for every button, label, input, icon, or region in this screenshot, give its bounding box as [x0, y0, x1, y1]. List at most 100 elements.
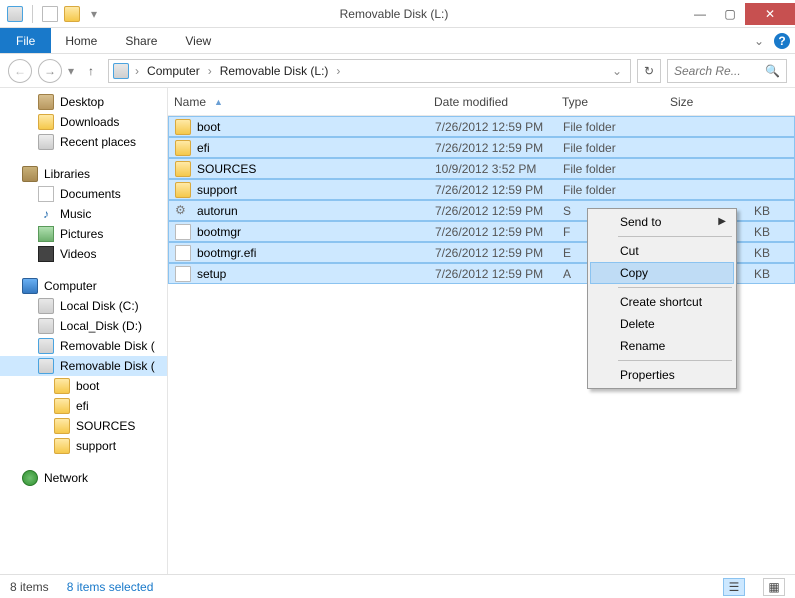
file-name: autorun	[197, 204, 238, 218]
nav-item[interactable]: Videos	[0, 244, 167, 264]
menu-item[interactable]: Create shortcut	[590, 291, 734, 313]
close-button[interactable]: ✕	[745, 3, 795, 25]
nav-item[interactable]: Removable Disk (	[0, 336, 167, 356]
column-date[interactable]: Date modified	[434, 95, 562, 109]
file-icon	[175, 266, 191, 282]
table-row[interactable]: efi 7/26/2012 12:59 PM File folder	[168, 137, 795, 158]
file-type: File folder	[563, 120, 671, 134]
nav-label: Documents	[60, 187, 121, 201]
column-label: Name	[174, 95, 206, 109]
nav-item[interactable]: support	[0, 436, 167, 456]
history-dropdown-icon[interactable]: ▾	[68, 64, 74, 78]
nav-item[interactable]: ♪Music	[0, 204, 167, 224]
table-row[interactable]: boot 7/26/2012 12:59 PM File folder	[168, 116, 795, 137]
back-button[interactable]: ←	[8, 59, 32, 83]
nav-item[interactable]: Desktop	[0, 92, 167, 112]
chevron-right-icon[interactable]: ›	[332, 64, 344, 78]
nav-network[interactable]: Network	[0, 468, 167, 488]
menu-item[interactable]: Copy	[590, 262, 734, 284]
ribbon-expand-icon[interactable]: ⌄	[749, 28, 769, 53]
nav-item[interactable]: SOURCES	[0, 416, 167, 436]
properties-icon[interactable]	[63, 5, 81, 23]
tab-view[interactable]: View	[171, 28, 225, 53]
column-size[interactable]: Size	[670, 95, 795, 109]
breadcrumb[interactable]: › Computer › Removable Disk (L:) › ⌄	[108, 59, 631, 83]
drive-icon	[38, 298, 54, 314]
nav-label: Local Disk (C:)	[60, 299, 139, 313]
folder-icon	[54, 438, 70, 454]
search-input[interactable]	[674, 64, 761, 78]
maximize-button[interactable]: ▢	[715, 3, 745, 25]
file-type: File folder	[563, 141, 671, 155]
help-button[interactable]: ?	[769, 28, 795, 53]
nav-label: Computer	[44, 279, 97, 293]
table-row[interactable]: support 7/26/2012 12:59 PM File folder	[168, 179, 795, 200]
nav-item[interactable]: Pictures	[0, 224, 167, 244]
table-row[interactable]: SOURCES 10/9/2012 3:52 PM File folder	[168, 158, 795, 179]
status-selected: 8 items selected	[67, 580, 154, 594]
nav-computer[interactable]: Computer	[0, 276, 167, 296]
nav-item[interactable]: boot	[0, 376, 167, 396]
nav-item[interactable]: Recent places	[0, 132, 167, 152]
libraries-icon	[22, 166, 38, 182]
file-name: bootmgr.efi	[197, 246, 256, 260]
minimize-button[interactable]: ―	[685, 3, 715, 25]
nav-label: SOURCES	[76, 419, 135, 433]
menu-label: Cut	[620, 244, 639, 258]
status-count: 8 items	[10, 580, 49, 594]
menu-separator	[618, 287, 732, 288]
menu-item[interactable]: Delete	[590, 313, 734, 335]
breadcrumb-item[interactable]: Computer	[145, 64, 202, 78]
nav-libraries[interactable]: Libraries	[0, 164, 167, 184]
file-date: 10/9/2012 3:52 PM	[435, 162, 563, 176]
app-icon	[6, 5, 24, 23]
chevron-right-icon[interactable]: ›	[131, 64, 143, 78]
menu-label: Properties	[620, 368, 675, 382]
document-icon	[38, 186, 54, 202]
nav-item[interactable]: Documents	[0, 184, 167, 204]
forward-button[interactable]: →	[38, 59, 62, 83]
file-name: efi	[197, 141, 210, 155]
breadcrumb-item[interactable]: Removable Disk (L:)	[218, 64, 331, 78]
refresh-button[interactable]: ↻	[637, 59, 661, 83]
column-type[interactable]: Type	[562, 95, 670, 109]
details-view-button[interactable]: ☰	[723, 578, 745, 596]
nav-item[interactable]: Downloads	[0, 112, 167, 132]
new-folder-icon[interactable]	[41, 5, 59, 23]
menu-item[interactable]: Cut	[590, 240, 734, 262]
menu-item[interactable]: Send to ▶	[590, 211, 734, 233]
nav-item[interactable]: efi	[0, 396, 167, 416]
nav-item[interactable]: Removable Disk (	[0, 356, 167, 376]
chevron-right-icon[interactable]: ›	[204, 64, 216, 78]
file-date: 7/26/2012 12:59 PM	[435, 120, 563, 134]
menu-item[interactable]: Properties	[590, 364, 734, 386]
nav-label: Downloads	[60, 115, 119, 129]
breadcrumb-dropdown-icon[interactable]: ⌄	[612, 64, 626, 78]
nav-label: Removable Disk (	[60, 359, 155, 373]
nav-label: efi	[76, 399, 89, 413]
chevron-right-icon: ▶	[718, 216, 726, 227]
file-tab[interactable]: File	[0, 28, 51, 53]
desktop-icon	[38, 94, 54, 110]
nav-item[interactable]: Local_Disk (D:)	[0, 316, 167, 336]
tab-share[interactable]: Share	[111, 28, 171, 53]
column-name[interactable]: Name ▲	[174, 95, 434, 109]
nav-label: Desktop	[60, 95, 104, 109]
up-button[interactable]: ↑	[80, 60, 102, 82]
file-type: File folder	[563, 162, 671, 176]
folder-icon	[54, 398, 70, 414]
folder-icon	[175, 140, 191, 156]
file-date: 7/26/2012 12:59 PM	[435, 225, 563, 239]
nav-label: boot	[76, 379, 99, 393]
context-menu: Send to ▶ Cut Copy Create shortcutDeleteRena…	[587, 208, 737, 389]
navigation-pane[interactable]: DesktopDownloadsRecent places Libraries …	[0, 88, 168, 574]
icons-view-button[interactable]: ▦	[763, 578, 785, 596]
menu-label: Send to	[620, 215, 661, 229]
nav-item[interactable]: Local Disk (C:)	[0, 296, 167, 316]
picture-icon	[38, 226, 54, 242]
nav-label: Network	[44, 471, 88, 485]
search-box[interactable]: 🔍	[667, 59, 787, 83]
menu-item[interactable]: Rename	[590, 335, 734, 357]
tab-home[interactable]: Home	[51, 28, 111, 53]
qat-dropdown-icon[interactable]: ▾	[85, 5, 103, 23]
